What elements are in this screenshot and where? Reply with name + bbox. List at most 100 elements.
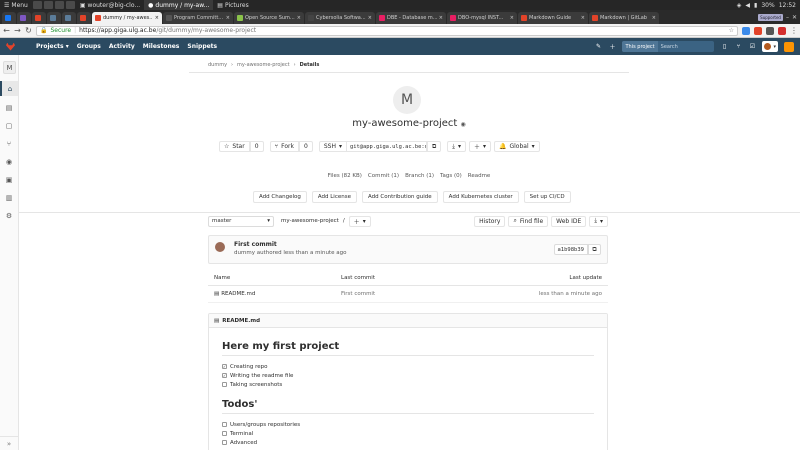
add-license-button[interactable]: Add License	[311, 191, 357, 203]
sidebar-item-project[interactable]: ⌂	[0, 81, 18, 96]
table-row[interactable]: ▤ README.md First commit less than a min…	[208, 286, 608, 303]
new-dropdown[interactable]: ＋ ▾	[468, 141, 491, 152]
extension-icon[interactable]	[742, 26, 750, 35]
clone-protocol-dropdown[interactable]: SSH ▾	[318, 141, 347, 152]
checkbox[interactable]	[222, 440, 227, 445]
copy-url-button[interactable]: ⧉	[426, 141, 442, 152]
star-count[interactable]: 0	[249, 141, 264, 152]
header-search[interactable]: This project Search	[622, 41, 715, 52]
sidebar-item-wiki[interactable]: ▥	[0, 190, 18, 205]
checkbox-checked[interactable]: ✓	[222, 373, 227, 378]
browser-tab[interactable]: Open Source Sum... ×	[234, 12, 304, 24]
browser-tab[interactable]	[2, 12, 16, 24]
browser-tab[interactable]: dummy / my-awes... ×	[92, 12, 162, 24]
close-tab-icon[interactable]: ×	[581, 15, 585, 21]
bookmark-star-icon[interactable]: ☆	[729, 27, 734, 34]
reload-icon[interactable]: ↻	[25, 26, 32, 35]
taskbar-window-terminal[interactable]: ▣ wouter@big-clo...	[76, 0, 144, 10]
checkbox[interactable]	[222, 422, 227, 427]
extension-icon[interactable]	[766, 26, 774, 35]
launcher-icon[interactable]	[65, 1, 75, 9]
fork-button[interactable]: ⑂ Fork	[269, 141, 299, 152]
browser-tab[interactable]: Markdown | GitLab ×	[589, 12, 659, 24]
minimize-icon[interactable]: –	[786, 14, 789, 21]
close-window-icon[interactable]: ✕	[792, 14, 797, 21]
nav-activity[interactable]: Activity	[109, 43, 135, 50]
breadcrumb-link[interactable]: my-awesome-project	[237, 62, 290, 68]
notification-dropdown[interactable]: 🔔 Global ▾	[493, 141, 540, 152]
avatar[interactable]	[215, 242, 225, 252]
sidebar-item-operations[interactable]: ▣	[0, 172, 18, 187]
extension-badge-icon[interactable]	[784, 41, 794, 52]
fork-count[interactable]: 0	[299, 141, 313, 152]
add-contribution-guide-button[interactable]: Add Contribution guide	[361, 191, 438, 203]
close-tab-icon[interactable]: ×	[297, 15, 301, 21]
launcher-icon[interactable]	[43, 1, 53, 9]
user-menu[interactable]: ▾	[762, 41, 778, 52]
taskbar-window-browser[interactable]: ● dummy / my-aw...	[144, 0, 214, 10]
commit-sha[interactable]: a1b98b39	[553, 244, 588, 255]
search-scope[interactable]: This project	[622, 41, 658, 52]
browser-tab[interactable]	[47, 12, 61, 24]
sidebar-item-merge-requests[interactable]: ⑂	[0, 136, 18, 151]
new-plus-icon[interactable]: ＋	[608, 42, 616, 51]
battery-icon[interactable]: ▮	[754, 2, 757, 9]
forward-icon[interactable]: →	[14, 26, 21, 35]
issues-icon[interactable]: ▯	[720, 43, 728, 50]
star-button[interactable]: ☆ Star	[219, 141, 250, 152]
file-last-commit[interactable]: First commit	[341, 291, 491, 297]
sidebar-item-issues[interactable]: ▢	[0, 118, 18, 133]
stat-commits[interactable]: Commit (1)	[368, 173, 399, 179]
add-to-tree-dropdown[interactable]: ＋ ▾	[348, 215, 371, 227]
commit-title[interactable]: First commit	[234, 241, 277, 248]
todos-icon[interactable]: ☑	[748, 43, 756, 50]
breadcrumb-link[interactable]: dummy	[208, 62, 227, 68]
tree-path[interactable]: my-awesome-project	[281, 218, 339, 224]
network-icon[interactable]: ◈	[737, 2, 742, 9]
nav-groups[interactable]: Groups	[77, 43, 101, 50]
copy-sha-button[interactable]: ⧉	[588, 244, 601, 255]
browser-tab[interactable]: Markdown Guide ×	[518, 12, 588, 24]
nav-milestones[interactable]: Milestones	[143, 43, 180, 50]
search-input[interactable]: Search	[658, 44, 715, 50]
branch-selector[interactable]: master ▾	[208, 215, 274, 227]
browser-tab[interactable]: Cybersolia Softwa... ×	[305, 12, 375, 24]
sidebar-item-repository[interactable]: ▤	[0, 100, 18, 115]
browser-tab[interactable]	[32, 12, 46, 24]
find-file-button[interactable]: ⌕ Find file	[508, 215, 549, 227]
add-changelog-button[interactable]: Add Changelog	[253, 191, 307, 203]
download-dropdown[interactable]: ⤓ ▾	[447, 141, 466, 152]
browser-menu-icon[interactable]: ⋮	[790, 26, 798, 35]
volume-icon[interactable]: ◀	[745, 2, 750, 9]
back-icon[interactable]: ←	[3, 26, 10, 35]
close-tab-icon[interactable]: ×	[155, 15, 159, 21]
close-tab-icon[interactable]: ×	[226, 15, 230, 21]
os-menu-button[interactable]: ☰ Menu	[0, 2, 32, 9]
setup-ci-cd-button[interactable]: Set up CI/CD	[523, 191, 571, 203]
browser-tab[interactable]	[77, 12, 91, 24]
stat-branches[interactable]: Branch (1)	[405, 173, 434, 179]
download-archive-dropdown[interactable]: ⤓ ▾	[589, 215, 608, 227]
launcher-icon[interactable]	[32, 1, 42, 9]
web-ide-button[interactable]: Web IDE	[551, 215, 587, 227]
browser-tab[interactable]: DBE - Database m... ×	[376, 12, 446, 24]
extension-icon[interactable]	[778, 26, 786, 35]
close-tab-icon[interactable]: ×	[368, 15, 372, 21]
browser-tab[interactable]: DBO-mysql INST... ×	[447, 12, 517, 24]
sidebar-item-ci-cd[interactable]: ◉	[0, 154, 18, 169]
close-tab-icon[interactable]: ×	[652, 15, 656, 21]
close-tab-icon[interactable]: ×	[439, 15, 443, 21]
nav-projects[interactable]: Projects ▾	[36, 43, 69, 50]
browser-tab[interactable]	[62, 12, 76, 24]
readme-filename[interactable]: README.md	[222, 318, 260, 324]
clone-url-input[interactable]: git@app.giga.ulg.ac.be:dummy/m	[346, 141, 427, 152]
launcher-icon[interactable]	[54, 1, 64, 9]
stat-files[interactable]: Files (82 KB)	[328, 173, 362, 179]
url-input[interactable]: 🔒 Secure | https://app.giga.ulg.ac.be/gi…	[36, 25, 738, 36]
sidebar-item-settings[interactable]: ⚙	[0, 208, 18, 223]
breadcrumb-current[interactable]: Details	[300, 62, 320, 68]
history-button[interactable]: History	[474, 215, 506, 227]
file-name[interactable]: README.md	[221, 291, 255, 297]
stat-tags[interactable]: Tags (0)	[440, 173, 462, 179]
sidebar-project-avatar[interactable]: M	[3, 61, 16, 74]
